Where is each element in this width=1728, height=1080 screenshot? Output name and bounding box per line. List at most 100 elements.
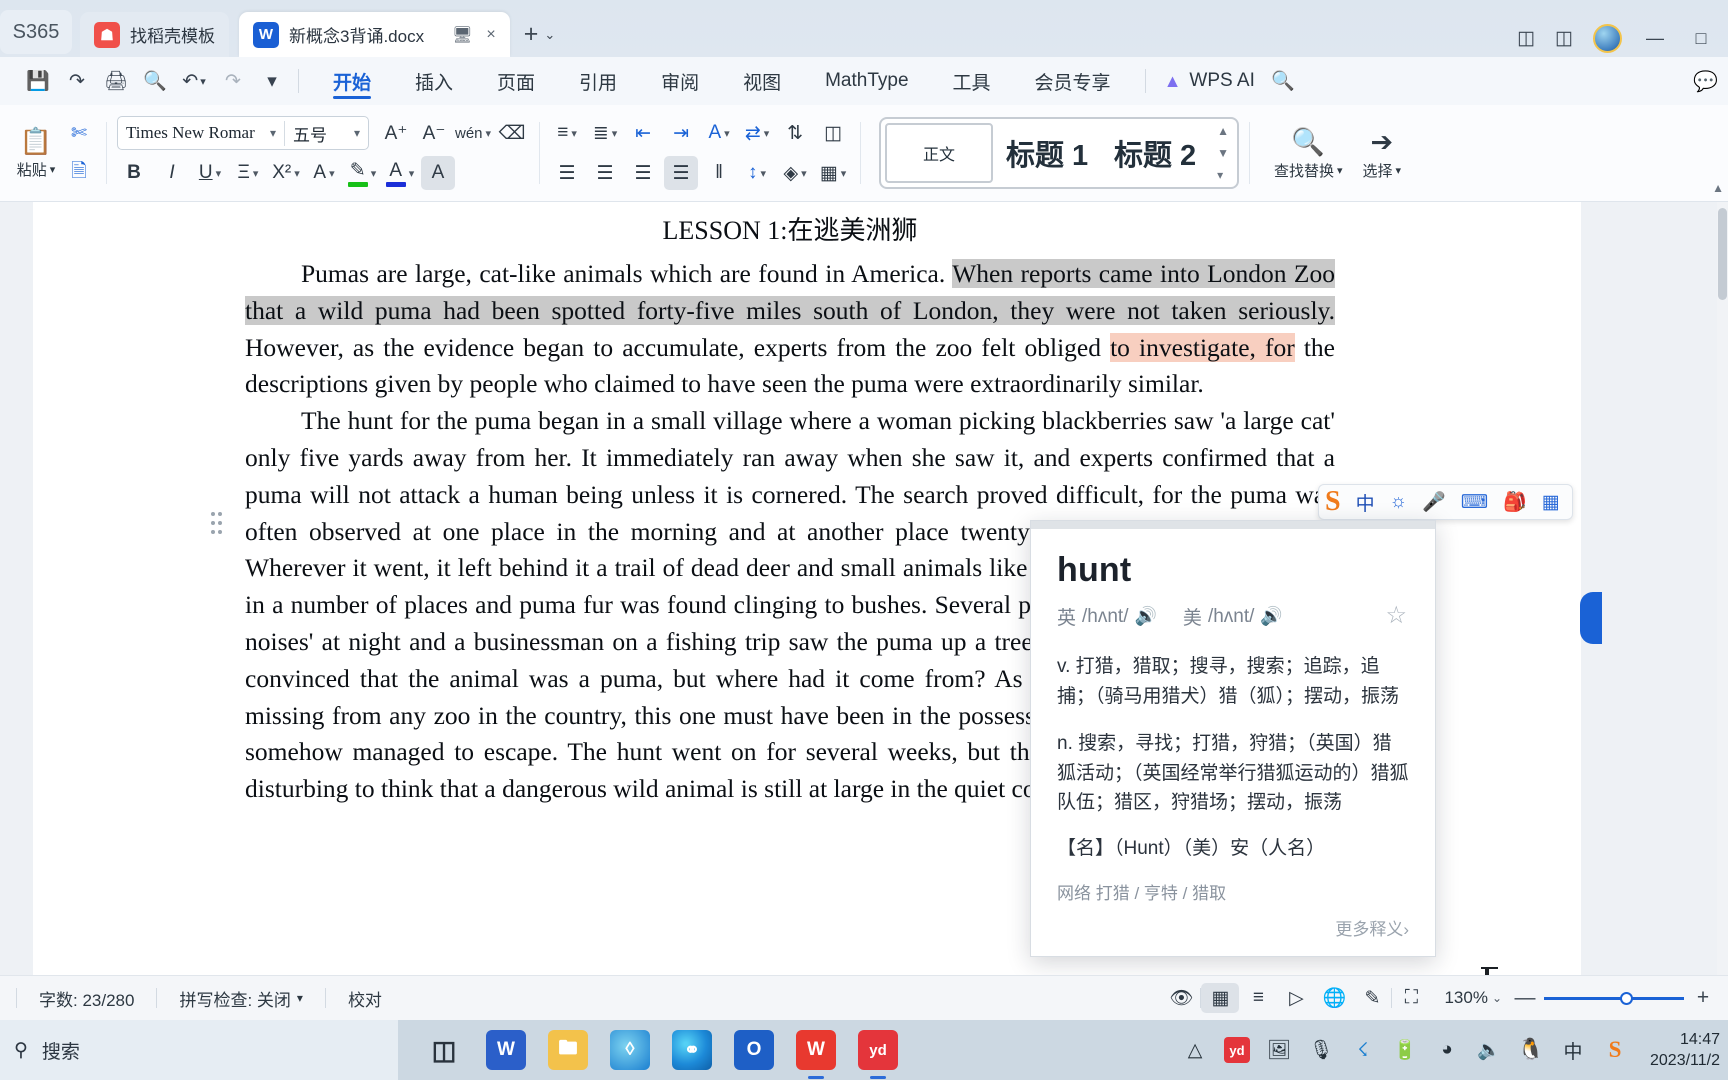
avatar[interactable] xyxy=(1593,24,1622,53)
taskbar-app-word[interactable]: W xyxy=(486,1030,526,1070)
zoom-in-button[interactable]: + xyxy=(1690,986,1716,1010)
qq-icon[interactable]: 🐧 xyxy=(1518,1037,1544,1063)
cut-icon[interactable]: ✄ xyxy=(62,116,96,150)
redo-icon[interactable]: ↷ xyxy=(219,67,247,95)
decrease-indent-icon[interactable]: ⇤ xyxy=(626,116,660,150)
tab-mathtype[interactable]: MathType xyxy=(803,58,930,104)
shading-icon[interactable]: ◈ ▾ xyxy=(778,156,812,190)
tab-docer-template[interactable]: ☗ 找稻壳模板 xyxy=(80,12,229,57)
tab-review[interactable]: 审阅 xyxy=(639,58,721,104)
comment-icon[interactable]: 💬 xyxy=(1693,69,1718,94)
zoom-level[interactable]: 130% xyxy=(1430,988,1491,1008)
borders-icon[interactable]: ▦ ▾ xyxy=(816,156,850,190)
eye-icon[interactable]: 👁 xyxy=(1162,983,1200,1013)
edit-pen-icon[interactable]: ✎ xyxy=(1353,983,1391,1013)
word-count[interactable]: 字数: 23/280 xyxy=(17,986,156,1011)
styles-scroll[interactable]: ▲ ▼ ▾ xyxy=(1209,122,1233,184)
tab-document[interactable]: W 新概念3背诵.docx 🖥 × xyxy=(239,12,510,57)
style-heading-1[interactable]: 标题 1 xyxy=(993,123,1101,183)
spellcheck-status[interactable]: 拼写检查: 关闭 ▾ xyxy=(157,986,324,1011)
taskbar-app-outlook[interactable]: O xyxy=(734,1030,774,1070)
tab-member[interactable]: 会员专享 xyxy=(1013,58,1133,104)
line-spacing-icon[interactable]: ↕ ▾ xyxy=(740,156,774,190)
tab-tools[interactable]: 工具 xyxy=(931,58,1013,104)
web-view-icon[interactable]: 🌐 xyxy=(1315,983,1353,1013)
task-view-icon[interactable]: ◫ xyxy=(424,1030,464,1070)
clock[interactable]: 14:47 2023/11/2 xyxy=(1644,1029,1720,1071)
bold-button[interactable]: B xyxy=(117,156,151,190)
wps-365-badge[interactable]: S365 xyxy=(0,10,72,54)
wps-ai-button[interactable]: ▲ WPS AI xyxy=(1158,70,1255,92)
align-left-icon[interactable]: ☰ xyxy=(550,156,584,190)
bullet-list-icon[interactable]: ≡ ▾ xyxy=(550,116,584,150)
volume-icon[interactable]: 🔈 xyxy=(1476,1037,1502,1063)
screenshot-icon[interactable]: 🖼 xyxy=(1266,1037,1292,1063)
search-icon[interactable]: 🔍 xyxy=(1269,67,1297,95)
style-normal[interactable]: 正文 xyxy=(885,123,994,183)
expand-gallery-icon[interactable]: ▾ xyxy=(1217,168,1229,182)
underline-button[interactable]: U ▾ xyxy=(193,156,227,190)
slider-knob[interactable] xyxy=(1620,991,1633,1005)
chevron-up-icon[interactable]: △ xyxy=(1182,1037,1208,1063)
taskbar-app-wps[interactable]: W xyxy=(796,1030,836,1070)
proofread-button[interactable]: 校对 xyxy=(326,986,404,1011)
wifi-icon[interactable]: ◕ xyxy=(1434,1037,1460,1063)
youdao-icon[interactable]: yd xyxy=(1224,1037,1250,1063)
panel-layout-icon[interactable]: ◫ xyxy=(1517,27,1535,50)
highlight-color-button[interactable]: ✎ ▾ xyxy=(345,156,379,190)
vertical-scrollbar[interactable] xyxy=(1717,202,1728,975)
bluetooth-icon[interactable]: ☇ xyxy=(1350,1037,1376,1063)
plus-icon[interactable]: + xyxy=(524,20,539,49)
ime-chinese-icon[interactable]: 中 xyxy=(1560,1037,1586,1063)
tab-insert[interactable]: 插入 xyxy=(393,58,475,104)
uk-pronunciation[interactable]: 英 /hʌnt/ 🔊 xyxy=(1057,603,1157,630)
taskbar-search[interactable]: ⚲ 搜索 xyxy=(0,1020,398,1080)
superscript-button[interactable]: X² ▾ xyxy=(269,156,303,190)
tab-view[interactable]: 视图 xyxy=(721,58,803,104)
keyboard-icon[interactable]: ⌨ xyxy=(1461,491,1488,514)
save-icon[interactable]: 💾 xyxy=(24,67,52,95)
more-icon[interactable]: ▾ xyxy=(258,67,286,95)
char-border-button[interactable]: A ▾ xyxy=(307,156,341,190)
text-direction-icon[interactable]: A ▾ xyxy=(702,116,736,150)
battery-icon[interactable]: 🔋 xyxy=(1392,1037,1418,1063)
strikethrough-button[interactable]: Ξ ▾ xyxy=(231,156,265,190)
outline-view-icon[interactable]: ≡ xyxy=(1239,983,1277,1013)
paragraph-drag-handle[interactable] xyxy=(211,512,225,534)
close-icon[interactable]: × xyxy=(486,26,495,44)
chevron-down-icon[interactable]: ▼ xyxy=(1217,146,1229,160)
search-doc-icon[interactable]: 🔍 xyxy=(141,67,169,95)
more-definitions-link[interactable]: 更多释义› xyxy=(1335,915,1409,940)
monitor-icon[interactable]: 🖥 xyxy=(452,25,472,45)
taskbar-app-youdao[interactable]: yd xyxy=(858,1030,898,1070)
us-pronunciation[interactable]: 美 /hʌnt/ 🔊 xyxy=(1183,603,1283,630)
align-right-icon[interactable]: ☰ xyxy=(626,156,660,190)
ime-punctuation-icon[interactable]: ☼ xyxy=(1390,491,1407,513)
style-heading-2[interactable]: 标题 2 xyxy=(1101,123,1209,183)
copy-icon[interactable]: 🗎 xyxy=(62,156,96,190)
minimize-button[interactable]: — xyxy=(1642,28,1668,49)
align-justify-icon[interactable]: ☰ xyxy=(664,156,699,190)
taskbar-app-edge-legacy[interactable]: ◊ xyxy=(610,1030,650,1070)
pinyin-guide-icon[interactable]: wén ▾ xyxy=(455,116,491,150)
zoom-slider[interactable] xyxy=(1544,991,1684,1005)
font-color-button[interactable]: A ▾ xyxy=(383,156,417,190)
text-effect-button[interactable]: A xyxy=(421,156,455,190)
microphone-icon[interactable]: 🎤 xyxy=(1422,490,1446,514)
italic-button[interactable]: I xyxy=(155,156,189,190)
edge-icon[interactable]: ⚭ xyxy=(672,1030,712,1070)
distribute-icon[interactable]: ‖ xyxy=(702,156,736,190)
sogou-logo-icon[interactable]: S xyxy=(1325,487,1341,517)
chevron-down-icon[interactable]: ⌄ xyxy=(544,27,555,43)
speaker-icon[interactable]: 🔊 xyxy=(1260,606,1282,627)
new-tab-area[interactable]: + ⌄ xyxy=(524,20,556,49)
undo-icon[interactable]: ↶ ▾ xyxy=(180,67,208,95)
read-view-icon[interactable]: ▷ xyxy=(1277,983,1315,1013)
grow-font-icon[interactable]: A⁺ xyxy=(379,116,413,150)
show-marks-icon[interactable]: ⇄ ▾ xyxy=(740,116,774,150)
zoom-out-button[interactable]: — xyxy=(1512,986,1538,1010)
print-icon[interactable]: 🖨 xyxy=(102,67,130,95)
speaker-icon[interactable]: 🔊 xyxy=(1135,606,1157,627)
increase-indent-icon[interactable]: ⇥ xyxy=(664,116,698,150)
page-view-icon[interactable]: ▦ xyxy=(1201,983,1240,1013)
